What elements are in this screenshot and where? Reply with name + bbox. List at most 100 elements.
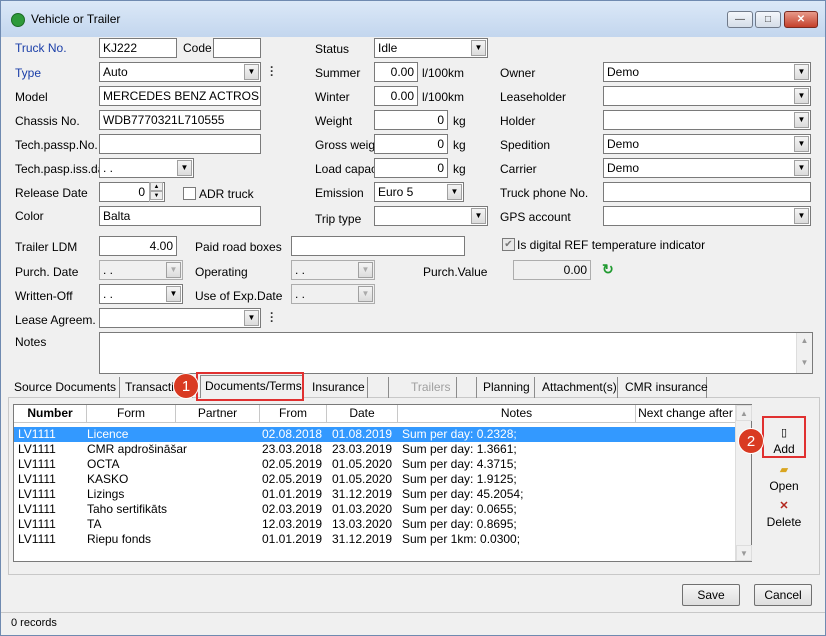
operating-select[interactable]: . . ▼	[291, 260, 375, 280]
cell-from: 23.03.2018	[262, 442, 323, 456]
chassis-label: Chassis No.	[15, 114, 80, 128]
chevron-down-icon: ▼	[244, 64, 259, 80]
ref-label: Is digital REF temperature indicator	[517, 238, 706, 252]
cell-from: 01.01.2019	[262, 487, 323, 501]
type-select[interactable]: Auto ▼	[99, 62, 261, 82]
spin-up-icon[interactable]: ▲	[150, 182, 163, 191]
col-notes[interactable]: Notes	[398, 405, 636, 423]
truck-no-label: Truck No.	[15, 41, 67, 55]
holder-select[interactable]: ▼	[603, 110, 811, 130]
phone-input[interactable]	[603, 182, 811, 202]
summer-input[interactable]: 0.00	[374, 62, 418, 82]
cell-notes: Sum per day: 1.9125;	[402, 472, 517, 486]
code-input[interactable]	[213, 38, 261, 58]
cell-date: 23.03.2019	[332, 442, 393, 456]
spedition-select[interactable]: Demo ▼	[603, 134, 811, 154]
operating-label: Operating	[195, 265, 248, 279]
col-number[interactable]: Number	[14, 405, 87, 423]
tab-planning[interactable]: Planning	[479, 377, 535, 398]
delete-button[interactable]: ✕ Delete	[761, 500, 807, 529]
carrier-select[interactable]: Demo ▼	[603, 158, 811, 178]
notes-textarea[interactable]	[99, 332, 813, 374]
load-input[interactable]: 0	[374, 158, 448, 178]
exp-select[interactable]: . . ▼	[291, 284, 375, 304]
cell-date: 13.03.2020	[332, 517, 393, 531]
emission-select[interactable]: Euro 5 ▼	[374, 182, 464, 202]
col-next-change[interactable]: Next change after	[636, 405, 736, 423]
gps-select[interactable]: ▼	[603, 206, 811, 226]
tab-attachments[interactable]: Attachment(s)	[538, 377, 618, 398]
adr-checkbox[interactable]	[183, 187, 196, 200]
highlight-documents-tab	[196, 372, 304, 401]
spedition-label: Spedition	[500, 138, 551, 152]
tab-blank-2[interactable]	[459, 377, 477, 398]
save-button[interactable]: Save	[682, 584, 740, 606]
trip-label: Trip type	[315, 212, 362, 226]
table-row[interactable]: LV1111 TA 12.03.2019 13.03.2020 Sum per day:…	[14, 517, 736, 532]
chevron-down-icon: ▼	[177, 160, 192, 176]
operating-value: . .	[295, 263, 306, 277]
table-row[interactable]: LV1111 KASKO 02.05.2019 01.05.2020 Sum per d…	[14, 472, 736, 487]
table-row[interactable]: LV1111 Licence 02.08.2018 01.08.2019 Sum per…	[14, 427, 736, 442]
chassis-input[interactable]: WDB7770321L710555	[99, 110, 261, 130]
documents-grid[interactable]: Number Form Partner From Date Notes Next…	[13, 404, 752, 562]
spin-down-icon[interactable]: ▼	[150, 191, 163, 200]
table-row[interactable]: LV1111 Riepu fonds 01.01.2019 31.12.2019 Sum…	[14, 532, 736, 547]
chevron-down-icon: ▼	[358, 262, 373, 278]
open-button[interactable]: ▰ Open	[761, 464, 807, 493]
release-label: Release Date	[15, 186, 88, 200]
owner-select[interactable]: Demo ▼	[603, 62, 811, 82]
techpass-input[interactable]	[99, 134, 261, 154]
tab-cmr-insurance[interactable]: CMR insurance	[621, 377, 708, 398]
model-input[interactable]: MERCEDES BENZ ACTROS 18	[99, 86, 261, 106]
color-input[interactable]: Balta	[99, 206, 261, 226]
more-options-icon[interactable]: · · ·	[270, 307, 274, 327]
col-form[interactable]: Form	[87, 405, 176, 423]
winter-input[interactable]: 0.00	[374, 86, 418, 106]
scroll-up-icon[interactable]: ▲	[797, 333, 812, 349]
table-row[interactable]: LV1111 Lizings 01.01.2019 31.12.2019 Sum per…	[14, 487, 736, 502]
notes-scrollbar[interactable]: ▲ ▼	[796, 333, 812, 373]
step-badge-1: 1	[173, 373, 199, 399]
cancel-button[interactable]: Cancel	[754, 584, 812, 606]
close-button[interactable]: ✕	[784, 11, 818, 28]
chevron-down-icon: ▼	[166, 286, 181, 302]
purch-date-select[interactable]: . . ▼	[99, 260, 183, 280]
scroll-down-icon[interactable]: ▼	[736, 545, 752, 561]
cell-number: LV1111	[18, 457, 56, 471]
maximize-button[interactable]: □	[755, 11, 781, 28]
table-row[interactable]: LV1111 CMR apdrošināšar 23.03.2018 23.03.20…	[14, 442, 736, 457]
ref-checkbox[interactable]: ✔	[502, 238, 515, 251]
release-spinner[interactable]: ▲ ▼	[149, 182, 163, 202]
lease-select[interactable]: ▼	[99, 308, 261, 328]
emission-value: Euro 5	[378, 185, 414, 199]
col-date[interactable]: Date	[327, 405, 398, 423]
status-select[interactable]: Idle ▼	[374, 38, 488, 58]
tab-insurance[interactable]: Insurance	[308, 377, 368, 398]
tab-blank-1[interactable]	[369, 377, 389, 398]
paid-road-input[interactable]	[291, 236, 465, 256]
table-row[interactable]: LV1111 OCTA 02.05.2019 01.05.2020 Sum per da…	[14, 457, 736, 472]
table-row[interactable]: LV1111 Taho sertifikāts 02.03.2019 01.03.20…	[14, 502, 736, 517]
col-partner[interactable]: Partner	[176, 405, 260, 423]
written-select[interactable]: . . ▼	[99, 284, 183, 304]
trailer-ldm-input[interactable]: 4.00	[99, 236, 177, 256]
trip-select[interactable]: ▼	[374, 206, 488, 226]
techiss-date[interactable]: . . ▼	[99, 158, 194, 178]
scroll-up-icon[interactable]: ▲	[736, 405, 752, 421]
more-options-icon[interactable]: · · ·	[270, 61, 274, 81]
weight-unit: kg	[453, 114, 466, 128]
grid-header: Number Form Partner From Date Notes Next…	[14, 405, 736, 423]
add-button[interactable]: ▯ Add	[761, 427, 807, 456]
refresh-icon[interactable]: ↻	[602, 261, 614, 278]
leaseholder-select[interactable]: ▼	[603, 86, 811, 106]
cell-notes: Sum per 1km: 0.0300;	[402, 532, 521, 546]
gross-input[interactable]: 0	[374, 134, 448, 154]
weight-input[interactable]: 0	[374, 110, 448, 130]
truck-no-input[interactable]: KJ222	[99, 38, 177, 58]
minimize-button[interactable]: —	[727, 11, 753, 28]
scroll-down-icon[interactable]: ▼	[797, 355, 812, 371]
tab-source-documents[interactable]: Source Documents	[10, 377, 120, 398]
col-from[interactable]: From	[260, 405, 327, 423]
cell-form: OCTA	[87, 457, 120, 471]
